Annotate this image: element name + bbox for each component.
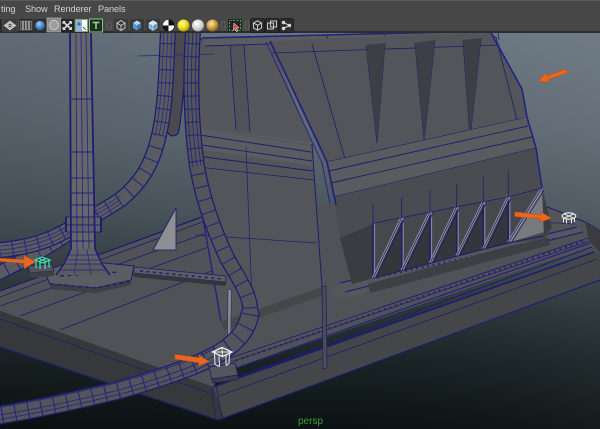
svg-text:Renderer: Renderer	[54, 4, 92, 14]
svg-text:Panels: Panels	[98, 4, 126, 14]
svg-text:Show: Show	[25, 4, 48, 14]
svg-text:ting: ting	[1, 4, 15, 14]
svg-text:persp: persp	[298, 416, 323, 427]
